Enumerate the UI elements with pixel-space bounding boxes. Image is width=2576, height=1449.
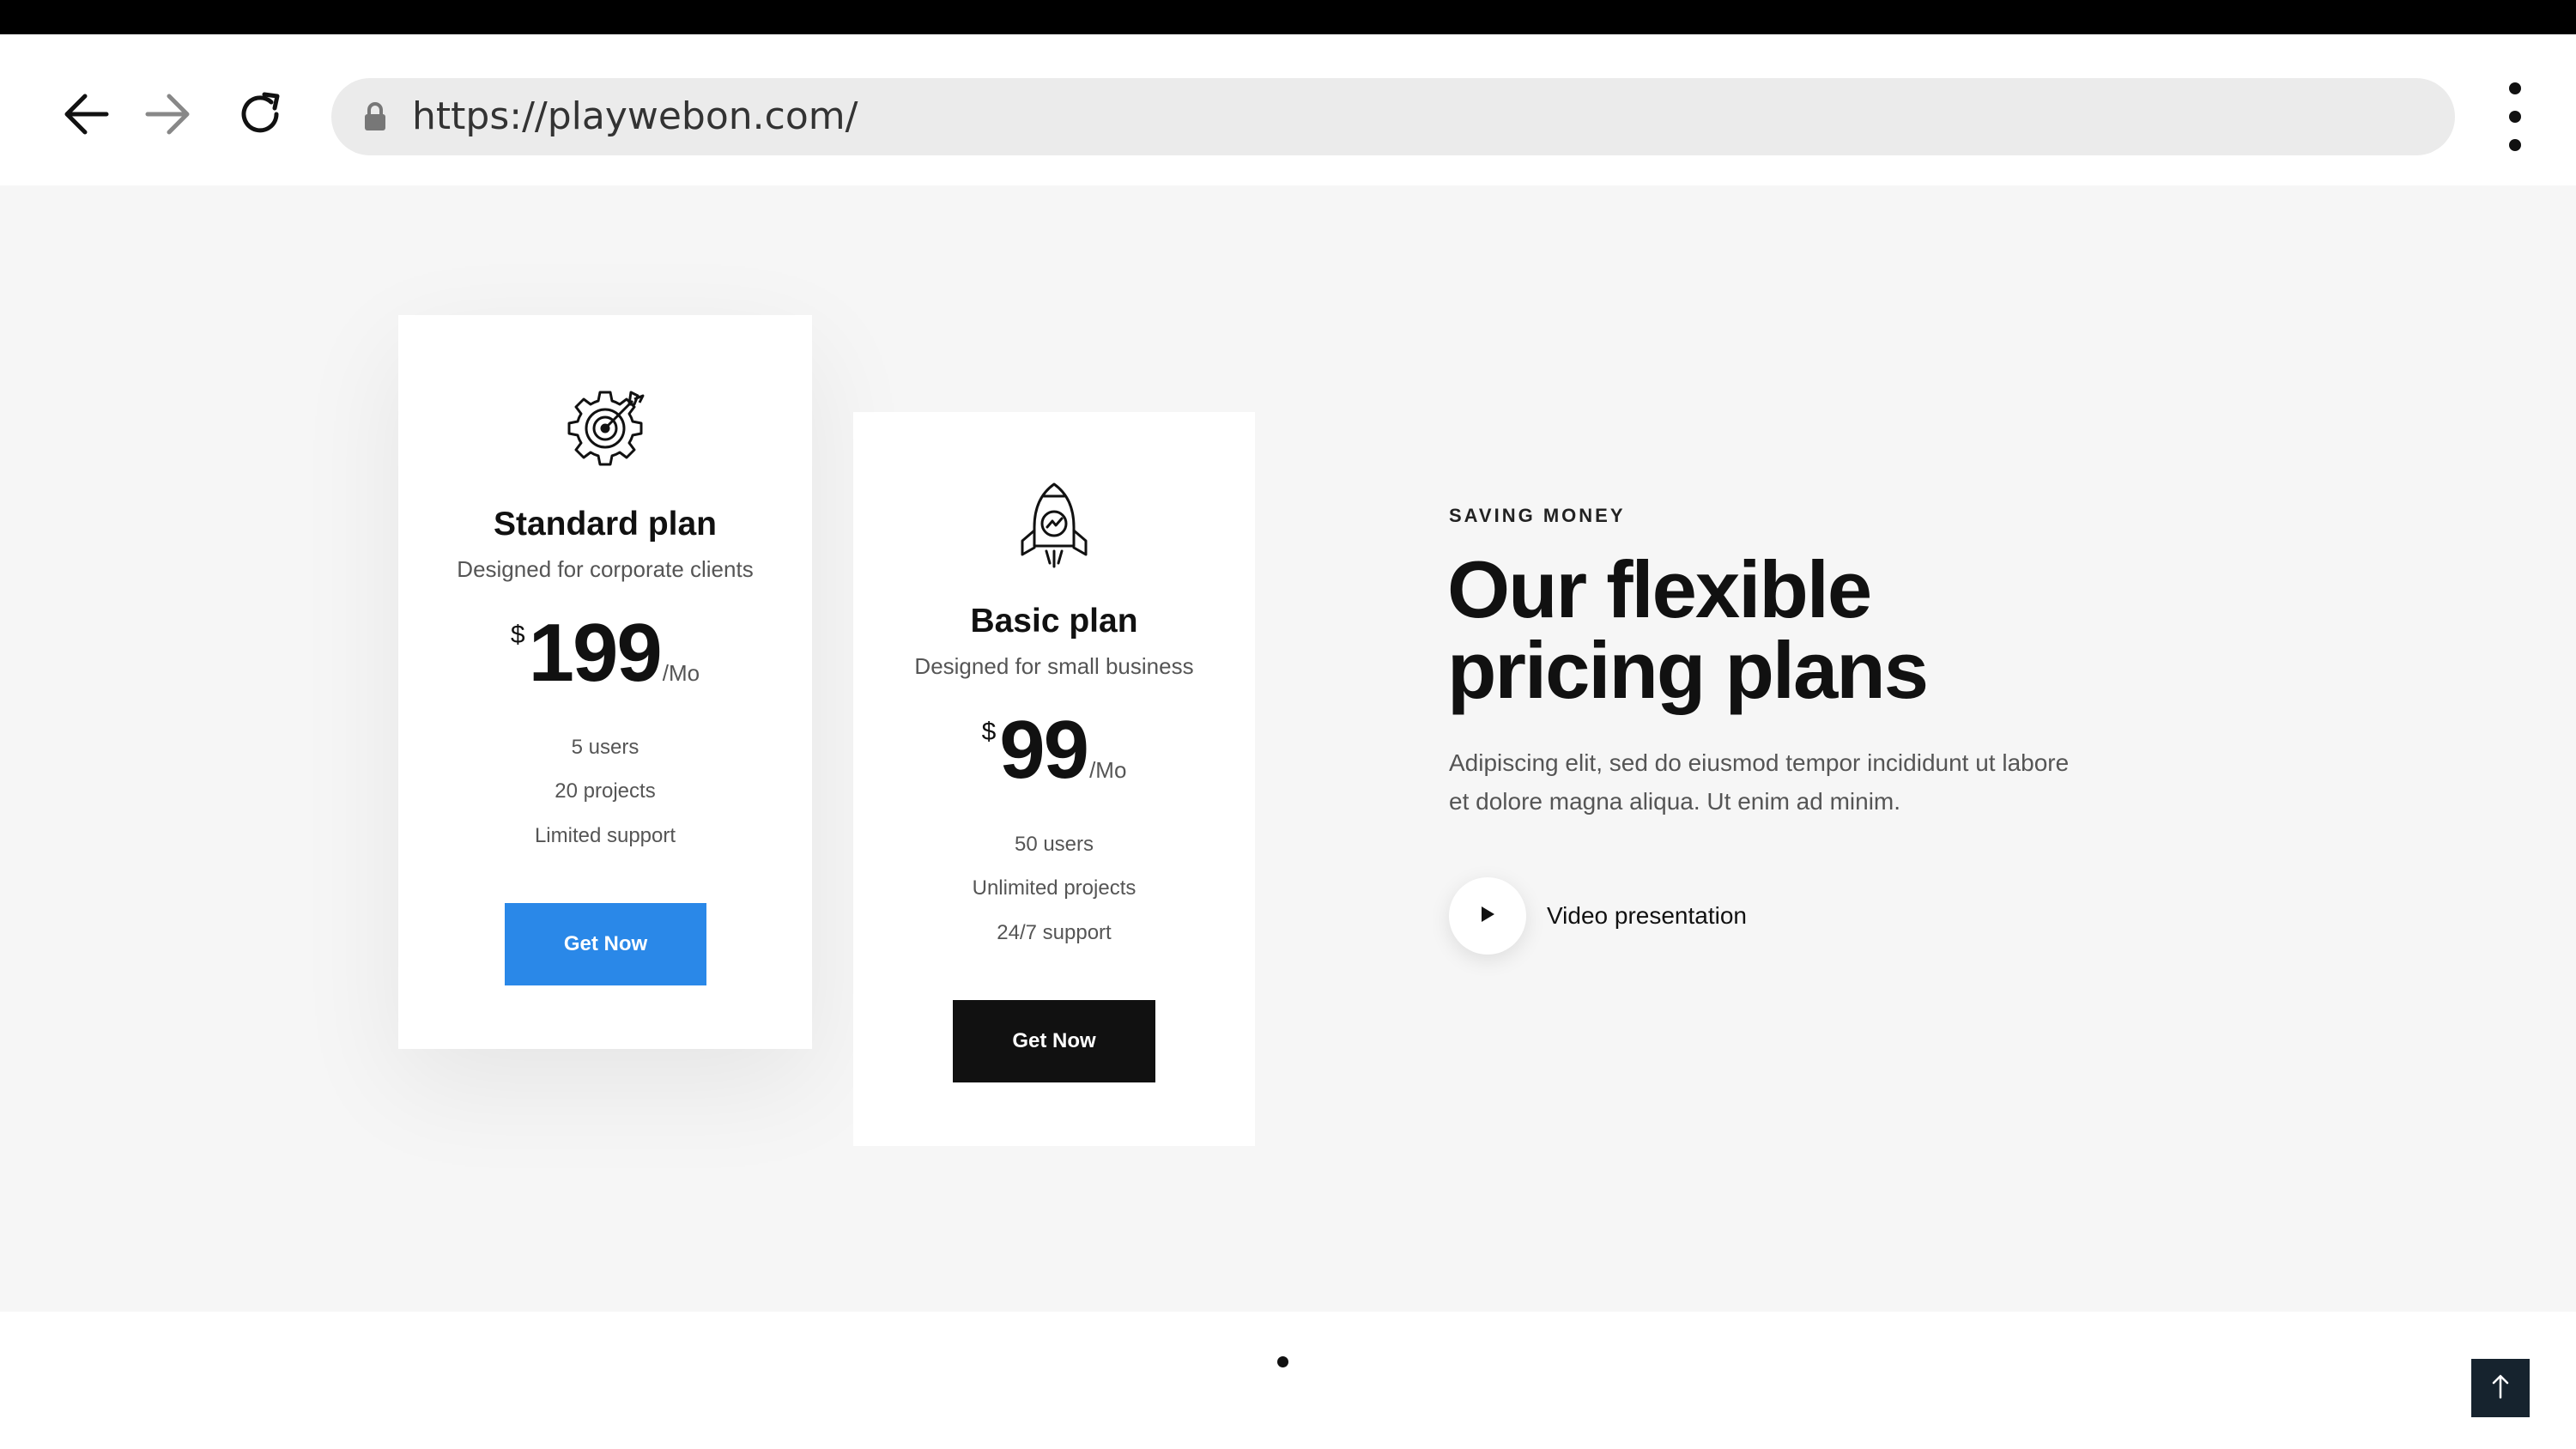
browser-menu-button[interactable] — [2489, 82, 2541, 151]
rocket-icon — [853, 481, 1255, 568]
price-period: /Mo — [662, 660, 700, 686]
get-now-button-basic[interactable]: Get Now — [953, 1000, 1155, 1082]
kebab-menu-icon — [2509, 82, 2521, 94]
plan-description: Designed for corporate clients — [457, 556, 754, 582]
headline-line: pricing plans — [1447, 625, 1929, 715]
scroll-to-top-button[interactable] — [2471, 1359, 2530, 1417]
video-presentation-link[interactable]: Video presentation — [1449, 877, 1747, 955]
back-button[interactable] — [47, 77, 124, 155]
price-amount: 99 — [999, 704, 1089, 796]
price-period: /Mo — [1089, 757, 1127, 783]
arrow-left-icon — [62, 93, 110, 139]
pricing-card-standard: Standard plan Designed for corporate cli… — [398, 315, 812, 1049]
reload-icon — [235, 89, 285, 142]
section-eyebrow: SAVING MONEY — [1449, 505, 1626, 526]
video-presentation-label: Video presentation — [1547, 902, 1747, 929]
plan-feature: Limited support — [534, 824, 676, 847]
plan-feature: 50 users — [1014, 833, 1094, 856]
arrow-up-icon — [2491, 1373, 2510, 1403]
reload-button[interactable] — [221, 77, 299, 155]
address-bar[interactable]: https://playwebon.com/ — [331, 78, 2455, 155]
get-now-button-standard[interactable]: Get Now — [505, 903, 706, 985]
section-description: Adipiscing elit, sed do eiusmod tempor i… — [1449, 743, 2136, 821]
slider-pagination-dot[interactable] — [1277, 1356, 1288, 1367]
headline-line: Our flexible — [1447, 544, 1872, 634]
lock-icon — [364, 102, 386, 135]
pricing-section: Standard plan Designed for corporate cli… — [0, 185, 2576, 1367]
price-currency: $ — [510, 621, 525, 649]
price-amount: 199 — [528, 607, 663, 699]
play-button[interactable] — [1449, 877, 1526, 955]
section-headline: Our flexible pricing plans — [1447, 549, 2220, 711]
browser-toolbar: https://playwebon.com/ — [0, 34, 2576, 185]
description-line: Adipiscing elit, sed do eiusmod tempor i… — [1449, 749, 2070, 776]
plan-feature: 5 users — [571, 736, 639, 759]
kebab-dot — [2509, 139, 2521, 151]
plan-feature: 24/7 support — [997, 921, 1112, 944]
kebab-dot — [2509, 111, 2521, 123]
price-currency: $ — [981, 718, 997, 746]
forward-button[interactable] — [130, 77, 207, 155]
plan-name: Standard plan — [493, 506, 718, 543]
plan-price: $ 199 /Mo — [398, 612, 812, 694]
top-black-bar — [0, 0, 2576, 34]
url-text: https://playwebon.com/ — [412, 94, 858, 138]
plan-name: Basic plan — [970, 603, 1138, 640]
plan-feature: 20 projects — [555, 779, 656, 803]
description-line: et dolore magna aliqua. Ut enim ad minim… — [1449, 788, 1901, 815]
plan-feature: Unlimited projects — [972, 876, 1136, 900]
arrow-right-icon — [144, 93, 192, 139]
plan-description: Designed for small business — [914, 653, 1194, 679]
pricing-card-basic: Basic plan Designed for small business $… — [853, 412, 1255, 1146]
gear-target-icon — [398, 384, 812, 473]
plan-price: $ 99 /Mo — [853, 709, 1255, 791]
play-icon — [1480, 906, 1495, 926]
